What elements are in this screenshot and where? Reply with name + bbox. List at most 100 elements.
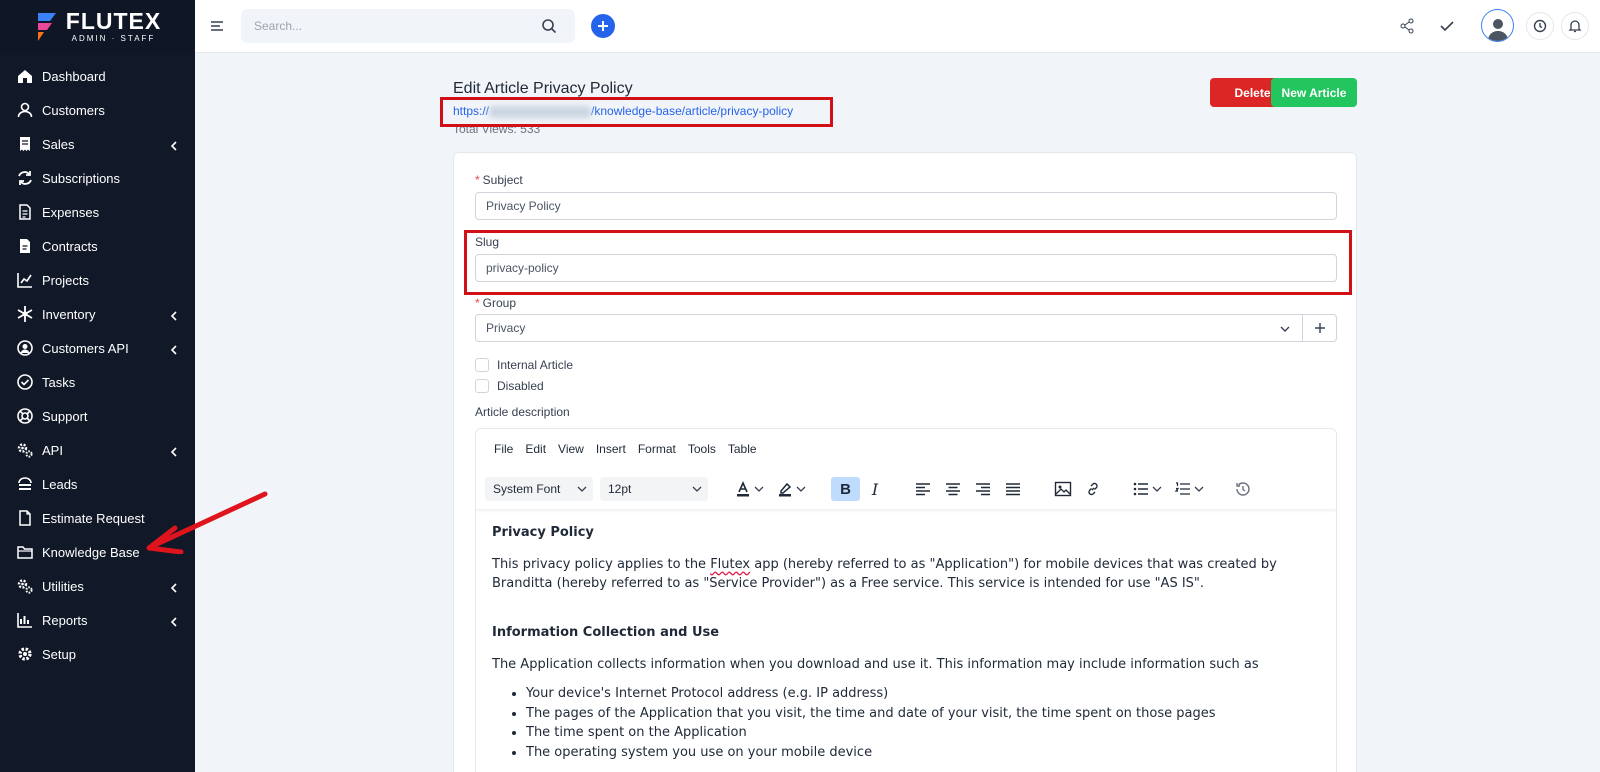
rich-text-editor: File Edit View Insert Format Tools Table Syste…: [475, 428, 1337, 772]
sidebar-item-label: Dashboard: [42, 68, 106, 84]
sidebar-item-subscriptions[interactable]: Subscriptions: [0, 161, 195, 195]
search-icon[interactable]: [541, 18, 557, 34]
api-user-icon: [16, 339, 34, 357]
new-article-button[interactable]: New Article: [1271, 78, 1357, 107]
check-icon[interactable]: [1437, 16, 1457, 36]
font-family-select[interactable]: System Font: [485, 477, 593, 501]
content-heading: Information Collection and Use: [492, 625, 720, 640]
sidebar-item-support[interactable]: Support: [0, 399, 195, 433]
bar-chart-icon: [16, 611, 34, 629]
logo[interactable]: FLUTEX ADMIN · STAFF: [0, 0, 195, 53]
share-icon[interactable]: [1397, 16, 1417, 36]
menu-icon[interactable]: [209, 18, 225, 34]
clock-icon[interactable]: [1526, 12, 1554, 40]
image-icon[interactable]: [1050, 477, 1076, 501]
sidebar-item-utilities[interactable]: Utilities: [0, 569, 195, 603]
subject-input[interactable]: Privacy Policy: [475, 192, 1337, 220]
editor-menu-edit[interactable]: Edit: [525, 442, 546, 456]
chevron-down-icon[interactable]: [1192, 477, 1206, 501]
receipt-icon: [16, 135, 34, 153]
sidebar-item-label: Expenses: [42, 204, 100, 220]
home-icon: [16, 67, 34, 85]
editor-menu-file[interactable]: File: [494, 442, 513, 456]
align-justify-icon[interactable]: [1000, 477, 1026, 501]
chevron-down-icon[interactable]: [752, 477, 766, 501]
group-selected-value: Privacy: [486, 321, 526, 335]
sidebar-item-label: Customers: [42, 102, 105, 118]
gear-icon: [16, 645, 34, 663]
link-icon[interactable]: [1080, 477, 1106, 501]
editor-menu-table[interactable]: Table: [728, 442, 757, 456]
editor-menu-insert[interactable]: Insert: [596, 442, 626, 456]
sidebar-item-tasks[interactable]: Tasks: [0, 365, 195, 399]
sidebar-item-expenses[interactable]: Expenses: [0, 195, 195, 229]
bell-icon[interactable]: [1561, 12, 1589, 40]
align-left-icon[interactable]: [910, 477, 936, 501]
bold-icon[interactable]: B: [831, 477, 860, 501]
chevron-down-icon: [1280, 326, 1290, 332]
sidebar-item-reports[interactable]: Reports: [0, 603, 195, 637]
content-heading: Privacy Policy: [492, 525, 594, 540]
sidebar-item-dashboard[interactable]: Dashboard: [0, 59, 195, 93]
chevron-left-icon: [169, 343, 179, 355]
document-icon: [16, 509, 34, 527]
add-group-button[interactable]: [1302, 314, 1337, 342]
contract-icon: [16, 237, 34, 255]
editor-content[interactable]: Privacy Policy This privacy policy appli…: [476, 509, 1336, 772]
sidebar-item-setup[interactable]: Setup: [0, 637, 195, 671]
sidebar-item-label: Subscriptions: [42, 170, 121, 186]
chevron-left-icon: [169, 581, 179, 593]
editor-menu-view[interactable]: View: [558, 442, 584, 456]
list-item: The pages of the Application that you vi…: [526, 704, 1320, 724]
chevron-left-icon: [169, 445, 179, 457]
plus-icon: [1314, 323, 1325, 333]
align-right-icon[interactable]: [970, 477, 996, 501]
subject-label: * Subject: [475, 173, 523, 187]
sidebar-item-inventory[interactable]: Inventory: [0, 297, 195, 331]
user-icon: [16, 101, 34, 119]
sidebar-item-label: Projects: [42, 272, 89, 288]
sidebar-item-contracts[interactable]: Contracts: [0, 229, 195, 263]
chevron-left-icon: [169, 139, 179, 151]
sidebar-item-api[interactable]: API: [0, 433, 195, 467]
sidebar: FLUTEX ADMIN · STAFF Dashboard Customers S…: [0, 0, 195, 772]
editor-menu-format[interactable]: Format: [638, 442, 676, 456]
sidebar-item-sales[interactable]: Sales: [0, 127, 195, 161]
slug-highlight-box: [464, 230, 1352, 295]
disabled-checkbox[interactable]: Disabled: [475, 379, 544, 393]
internal-article-label: Internal Article: [497, 358, 574, 372]
list-item: The time spent on the Application: [526, 723, 1320, 743]
sidebar-item-projects[interactable]: Projects: [0, 263, 195, 297]
flutex-logo-icon: [34, 11, 58, 43]
history-icon[interactable]: [1230, 477, 1256, 501]
url-highlight-box: [440, 97, 833, 127]
avatar[interactable]: [1481, 9, 1514, 42]
search-input[interactable]: [241, 9, 541, 43]
editor-menu-tools[interactable]: Tools: [688, 442, 716, 456]
quick-add-button[interactable]: [591, 14, 615, 38]
brand-name: FLUTEX: [65, 8, 162, 34]
sidebar-item-customers-api[interactable]: Customers API: [0, 331, 195, 365]
chevron-left-icon: [169, 615, 179, 627]
editor-menubar: File Edit View Insert Format Tools Table: [476, 429, 1336, 469]
description-label: Article description: [475, 405, 570, 419]
align-center-icon[interactable]: [940, 477, 966, 501]
group-select[interactable]: Privacy: [475, 314, 1303, 342]
snowflake-icon: [16, 305, 34, 323]
sidebar-item-label: Utilities: [42, 578, 84, 594]
editor-toolbar: System Font 12pt B I: [476, 469, 1336, 509]
internal-article-checkbox[interactable]: Internal Article: [475, 358, 573, 372]
font-size-select[interactable]: 12pt: [600, 477, 708, 501]
content-paragraph: This privacy policy applies to the Flute…: [492, 556, 1277, 592]
sidebar-item-label: Contracts: [42, 238, 98, 254]
sidebar-item-label: Inventory: [42, 306, 96, 322]
repeat-icon: [16, 169, 34, 187]
italic-icon[interactable]: I: [862, 477, 888, 501]
sidebar-item-customers[interactable]: Customers: [0, 93, 195, 127]
sidebar-item-label: Tasks: [42, 374, 76, 390]
chevron-down-icon[interactable]: [1150, 477, 1164, 501]
check-circle-icon: [16, 373, 34, 391]
sidebar-item-label: Support: [42, 408, 88, 424]
chevron-down-icon[interactable]: [794, 477, 808, 501]
page-title: Edit Article Privacy Policy: [453, 80, 633, 97]
